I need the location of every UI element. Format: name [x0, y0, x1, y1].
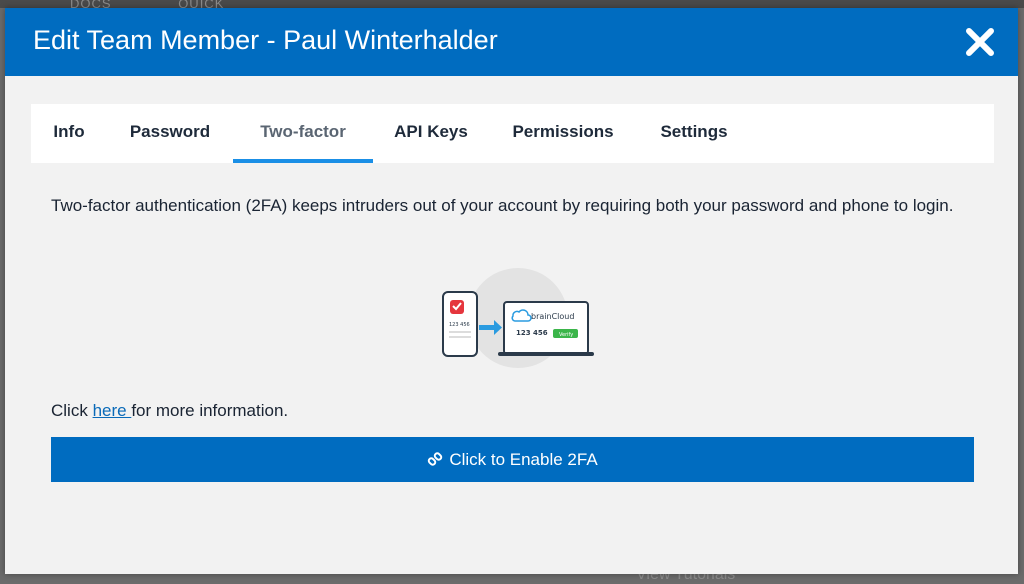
- edit-team-member-modal: Edit Team Member - Paul Winterhalder Inf…: [5, 8, 1018, 574]
- laptop-code: 123 456: [516, 329, 548, 337]
- more-info-suffix: for more information.: [131, 401, 289, 420]
- tab-api-keys[interactable]: API Keys: [391, 104, 471, 163]
- two-factor-illustration: 123 456 brainCloud 123 456 Verify: [442, 268, 594, 368]
- enable-2fa-label: Click to Enable 2FA: [449, 449, 598, 469]
- tab-bar: Info Password Two-factor API Keys Permis…: [31, 104, 994, 163]
- modal-title: Edit Team Member - Paul Winterhalder: [33, 25, 498, 55]
- two-factor-description: Two-factor authentication (2FA) keeps in…: [51, 196, 954, 215]
- more-info-link[interactable]: here: [93, 401, 132, 420]
- more-info-line: Click here for more information.: [51, 401, 288, 421]
- laptop-brand: brainCloud: [531, 312, 574, 321]
- tab-password[interactable]: Password: [125, 104, 215, 163]
- tab-two-factor[interactable]: Two-factor: [233, 104, 373, 163]
- phone-code: 123 456: [449, 322, 470, 328]
- laptop-graphic: [503, 301, 589, 355]
- enable-2fa-button[interactable]: Click to Enable 2FA: [51, 437, 974, 482]
- link-icon: [428, 451, 443, 466]
- more-info-prefix: Click: [51, 401, 93, 420]
- tab-settings[interactable]: Settings: [655, 104, 733, 163]
- close-button[interactable]: [964, 26, 996, 58]
- modal-header: Edit Team Member - Paul Winterhalder: [5, 8, 1018, 76]
- tab-permissions[interactable]: Permissions: [507, 104, 619, 163]
- verify-label: Verify: [559, 332, 573, 338]
- close-icon: [966, 28, 994, 56]
- tab-info[interactable]: Info: [51, 104, 87, 163]
